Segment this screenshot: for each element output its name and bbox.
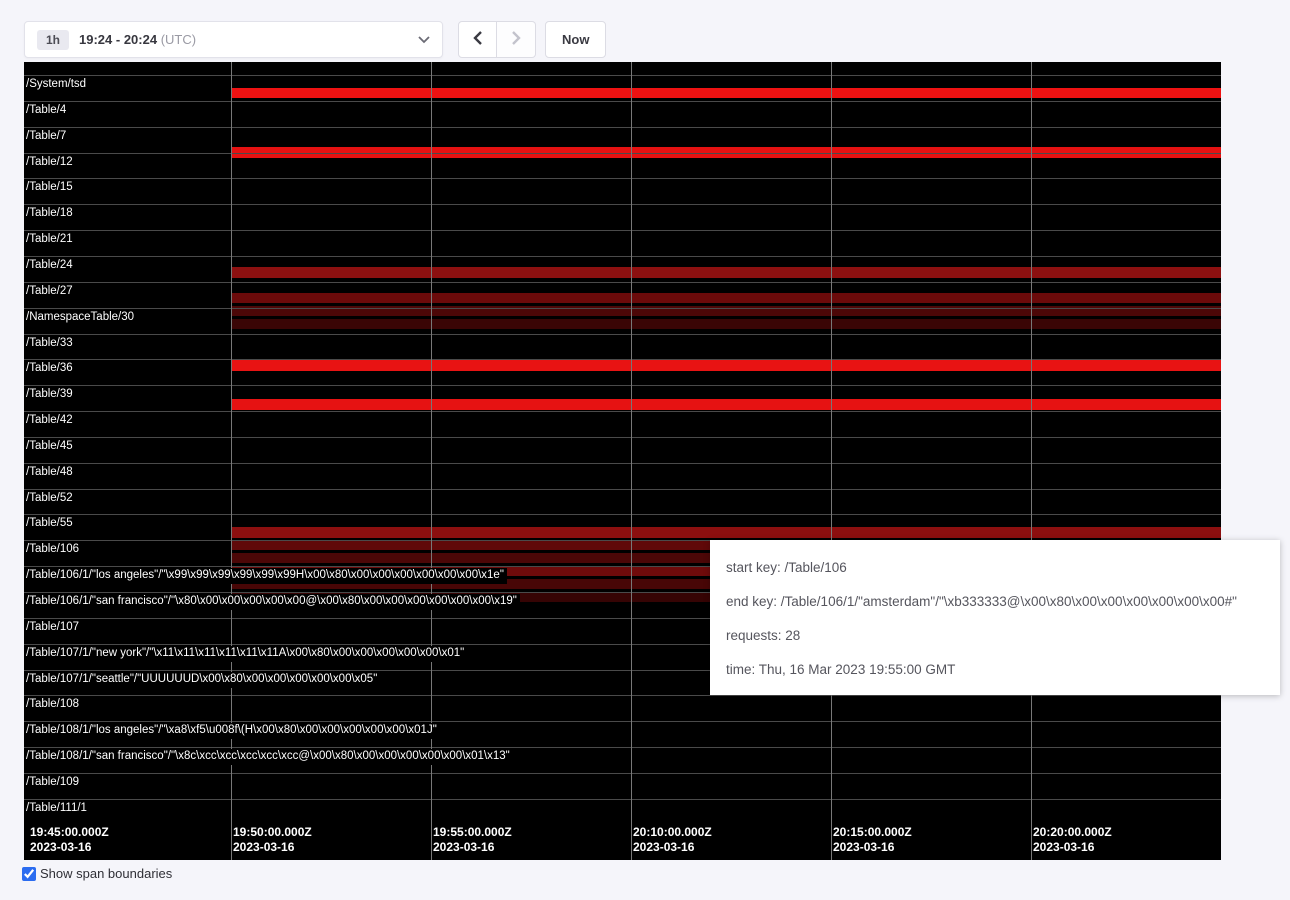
heatmap-band[interactable] (231, 399, 1221, 410)
row-label: /Table/45 (24, 439, 76, 455)
row-label: /Table/107/1/"new york"/"\x11\x11\x11\x1… (24, 646, 467, 662)
row-label: /NamespaceTable/30 (24, 310, 137, 326)
row-label: /Table/111/1 (24, 801, 90, 817)
row-divider-line (24, 308, 1221, 309)
row-label: /Table/55 (24, 516, 76, 532)
heatmap-band[interactable] (231, 267, 1221, 278)
row-label: /Table/4 (24, 103, 69, 119)
row-label: /Table/108 (24, 697, 82, 713)
heatmap-band[interactable] (231, 527, 1221, 538)
keyvis-tooltip: start key: /Table/106 end key: /Table/10… (710, 540, 1280, 695)
row-label: /Table/106/1/"los angeles"/"\x99\x99\x99… (24, 568, 507, 584)
show-span-boundaries-label: Show span boundaries (40, 866, 172, 881)
row-divider-line (24, 437, 1221, 438)
chevron-left-icon (473, 31, 482, 48)
show-span-boundaries-checkbox[interactable] (22, 867, 36, 881)
x-axis-label: 20:10:00.000Z2023-03-16 (633, 825, 712, 855)
column-divider-line (1031, 62, 1032, 860)
x-axis-label: 19:55:00.000Z2023-03-16 (433, 825, 512, 855)
x-axis-label: 20:15:00.000Z2023-03-16 (833, 825, 912, 855)
now-button[interactable]: Now (545, 21, 606, 58)
row-divider-line (24, 463, 1221, 464)
row-divider-line (24, 359, 1221, 360)
row-divider-line (24, 773, 1221, 774)
row-divider-line (24, 230, 1221, 231)
row-label: /Table/7 (24, 129, 69, 145)
time-range-value: 19:24 - 20:24 (79, 32, 157, 47)
row-divider-line (24, 411, 1221, 412)
heatmap-band[interactable] (231, 319, 1221, 329)
row-divider-line (24, 153, 1221, 154)
row-label: /Table/107 (24, 620, 82, 636)
row-label: /Table/106/1/"san francisco"/"\x80\x00\x… (24, 594, 520, 610)
row-label: /Table/12 (24, 155, 76, 171)
next-window-button[interactable] (497, 21, 536, 58)
row-label: /Table/21 (24, 232, 76, 248)
row-divider-line (24, 101, 1221, 102)
row-label: /System/tsd (24, 77, 89, 93)
row-divider-line (24, 127, 1221, 128)
time-range-label: 19:24 - 20:24 (UTC) (79, 32, 196, 47)
row-divider-line (24, 514, 1221, 515)
row-divider-line (24, 695, 1221, 696)
row-label: /Table/48 (24, 465, 76, 481)
row-label: /Table/107/1/"seattle"/"UUUUUUD\x00\x80\… (24, 672, 380, 688)
column-divider-line (831, 62, 832, 860)
heatmap-band[interactable] (231, 293, 1221, 303)
key-visualizer-canvas[interactable]: /System/tsd/Table/4/Table/7/Table/12/Tab… (24, 62, 1221, 860)
row-divider-line (24, 385, 1221, 386)
row-divider-line (24, 747, 1221, 748)
row-divider-line (24, 75, 1221, 76)
row-divider-line (24, 489, 1221, 490)
previous-window-button[interactable] (458, 21, 497, 58)
row-divider-line (24, 204, 1221, 205)
x-axis-label: 19:45:00.000Z2023-03-16 (30, 825, 109, 855)
tooltip-time: time: Thu, 16 Mar 2023 19:55:00 GMT (710, 652, 1280, 686)
row-divider-line (24, 334, 1221, 335)
row-label: /Table/52 (24, 491, 76, 507)
heatmap-band[interactable] (231, 360, 1221, 371)
row-label: /Table/27 (24, 284, 76, 300)
row-label: /Table/108/1/"los angeles"/"\xa8\xf5\u00… (24, 723, 440, 739)
row-divider-line (24, 721, 1221, 722)
row-label: /Table/106 (24, 542, 82, 558)
tooltip-start-key: start key: /Table/106 (710, 550, 1280, 584)
row-label: /Table/33 (24, 336, 76, 352)
tooltip-requests: requests: 28 (710, 618, 1280, 652)
row-divider-line (24, 256, 1221, 257)
row-label: /Table/39 (24, 387, 76, 403)
row-divider-line (24, 178, 1221, 179)
row-label: /Table/36 (24, 361, 76, 377)
time-range-selector[interactable]: 1h 19:24 - 20:24 (UTC) (24, 21, 443, 58)
time-window-nav (458, 21, 536, 58)
timezone-label: (UTC) (161, 32, 196, 47)
tooltip-end-key: end key: /Table/106/1/"amsterdam"/"\xb33… (710, 584, 1280, 618)
row-label: /Table/24 (24, 258, 76, 274)
chevron-right-icon (512, 31, 521, 48)
row-divider-line (24, 799, 1221, 800)
x-axis-label: 20:20:00.000Z2023-03-16 (1033, 825, 1112, 855)
column-divider-line (431, 62, 432, 860)
show-span-boundaries: Show span boundaries (22, 866, 172, 881)
row-divider-line (24, 282, 1221, 283)
row-label: /Table/109 (24, 775, 82, 791)
column-divider-line (231, 62, 232, 860)
row-label: /Table/15 (24, 180, 76, 196)
chevron-down-icon (418, 36, 430, 44)
row-label: /Table/108/1/"san francisco"/"\x8c\xcc\x… (24, 749, 513, 765)
duration-badge: 1h (37, 30, 69, 50)
x-axis-label: 19:50:00.000Z2023-03-16 (233, 825, 312, 855)
heatmap-band[interactable] (231, 88, 1221, 98)
row-label: /Table/18 (24, 206, 76, 222)
column-divider-line (631, 62, 632, 860)
row-label: /Table/42 (24, 413, 76, 429)
